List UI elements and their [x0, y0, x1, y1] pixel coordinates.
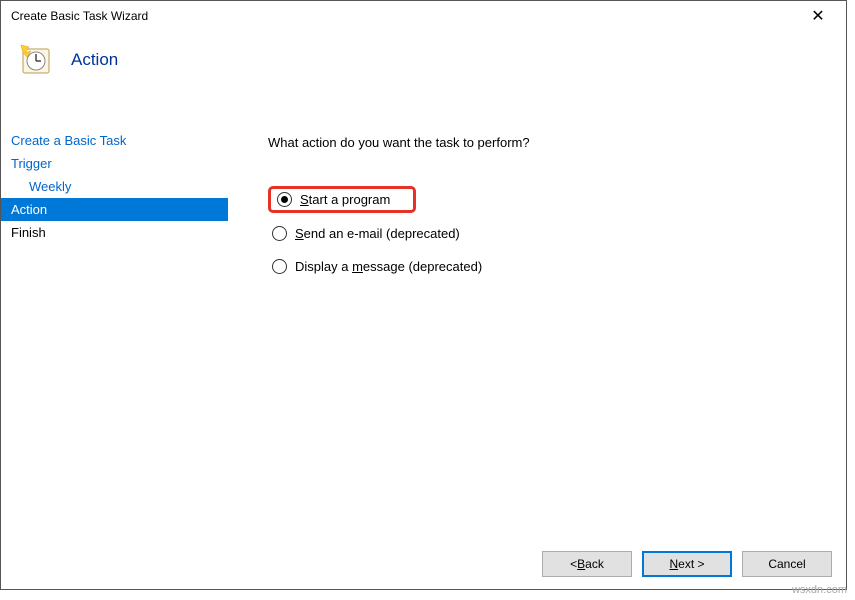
- next-button[interactable]: Next >: [642, 551, 732, 577]
- radio-icon: [272, 259, 287, 274]
- radio-label: Send an e-mail (deprecated): [295, 226, 460, 241]
- radio-label: Display a message (deprecated): [295, 259, 482, 274]
- wizard-footer: < Back Next > Cancel: [1, 539, 846, 589]
- wizard-header: Action: [1, 31, 846, 105]
- sidebar-item-action[interactable]: Action: [1, 198, 228, 221]
- sidebar-item-create-task[interactable]: Create a Basic Task: [1, 129, 228, 152]
- wizard-body: Create a Basic Task Trigger Weekly Actio…: [1, 117, 846, 539]
- radio-send-email[interactable]: Send an e-mail (deprecated): [268, 223, 826, 244]
- back-button[interactable]: < Back: [542, 551, 632, 577]
- page-title: Action: [71, 50, 118, 70]
- titlebar: Create Basic Task Wizard ✕: [1, 1, 846, 31]
- radio-display-message[interactable]: Display a message (deprecated): [268, 256, 826, 277]
- radio-icon: [272, 226, 287, 241]
- wizard-content: What action do you want the task to perf…: [228, 117, 846, 539]
- sidebar-item-finish[interactable]: Finish: [1, 221, 228, 244]
- wizard-window: Create Basic Task Wizard ✕ Action Create…: [0, 0, 847, 590]
- sidebar-item-weekly[interactable]: Weekly: [1, 175, 228, 198]
- radio-start-program[interactable]: Start a program: [268, 186, 416, 213]
- radio-icon: [277, 192, 292, 207]
- action-prompt: What action do you want the task to perf…: [268, 135, 826, 150]
- close-icon[interactable]: ✕: [798, 2, 838, 30]
- task-scheduler-icon: [19, 43, 53, 77]
- window-title: Create Basic Task Wizard: [11, 9, 148, 23]
- cancel-button[interactable]: Cancel: [742, 551, 832, 577]
- radio-label: Start a program: [300, 192, 390, 207]
- watermark: wsxdn.com: [792, 584, 847, 596]
- wizard-sidebar: Create a Basic Task Trigger Weekly Actio…: [1, 117, 228, 539]
- sidebar-item-trigger[interactable]: Trigger: [1, 152, 228, 175]
